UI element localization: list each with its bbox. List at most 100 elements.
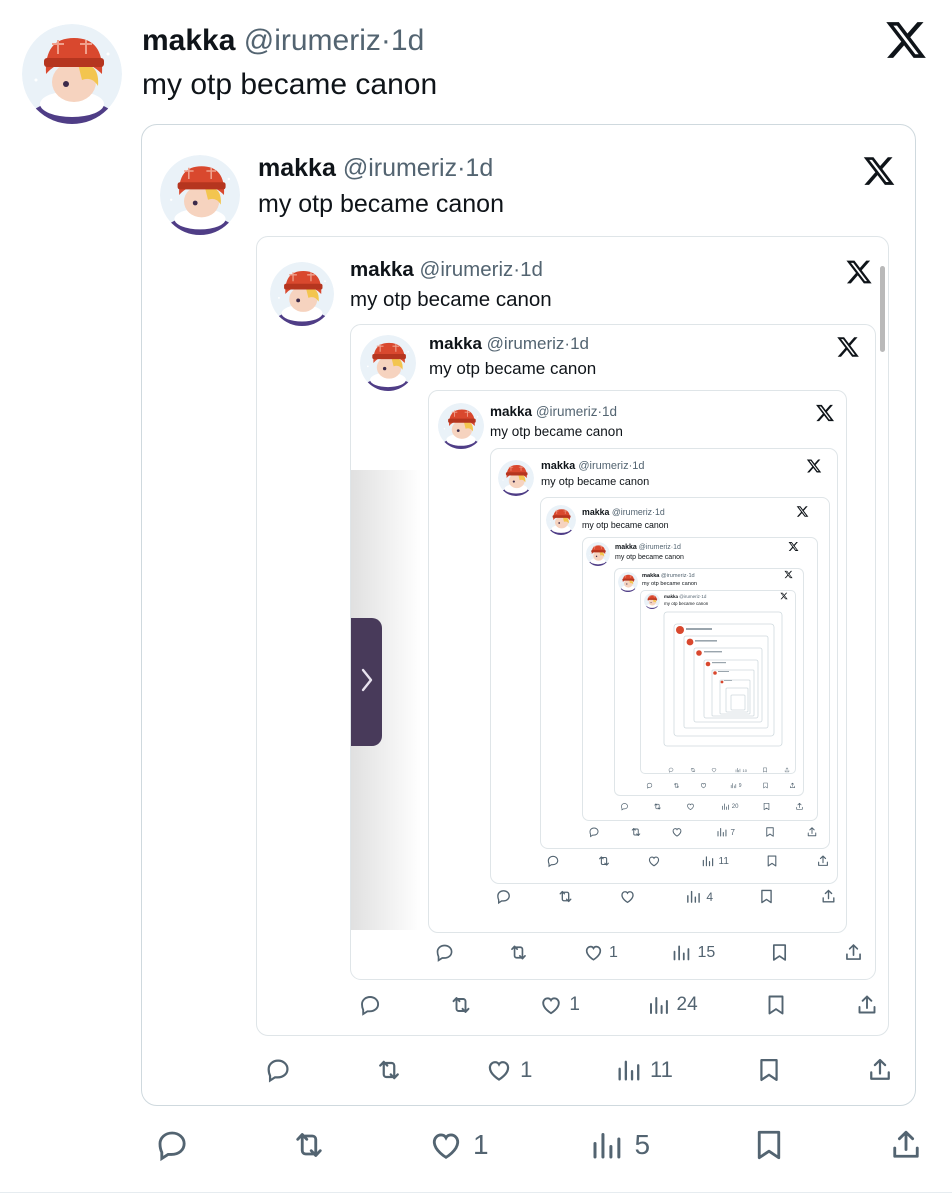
author-handle[interactable]: @irumeriz <box>487 334 565 353</box>
retweet-button[interactable] <box>624 826 642 838</box>
x-logo-icon[interactable] <box>780 592 788 600</box>
views-button[interactable]: 10 <box>729 767 747 773</box>
share-button[interactable] <box>814 888 837 905</box>
x-logo-icon[interactable] <box>862 154 896 188</box>
share-button[interactable] <box>783 782 796 789</box>
bookmark-button[interactable] <box>752 888 775 905</box>
timestamp[interactable]: 1d <box>655 507 665 517</box>
reply-button[interactable] <box>540 854 560 868</box>
reply-button[interactable] <box>489 888 512 905</box>
bookmark-button[interactable] <box>759 854 779 868</box>
author-name[interactable]: makka <box>664 594 678 599</box>
timestamp[interactable]: 1d <box>673 544 681 551</box>
like-button[interactable] <box>641 854 665 868</box>
author-handle[interactable]: @irumeriz <box>679 594 700 599</box>
share-button[interactable] <box>837 942 864 963</box>
share-button[interactable] <box>800 826 818 838</box>
like-button[interactable] <box>613 888 640 905</box>
timestamp[interactable]: 1d <box>688 573 694 579</box>
views-button[interactable]: 11 <box>695 854 729 868</box>
like-button[interactable]: 1 <box>422 1127 489 1163</box>
reply-button[interactable] <box>662 767 674 773</box>
author-name[interactable]: makka <box>350 258 414 281</box>
retweet-button[interactable] <box>551 888 574 905</box>
views-button[interactable]: 20 <box>715 802 738 811</box>
x-logo-icon[interactable] <box>806 458 822 474</box>
views-button[interactable]: 15 <box>665 942 715 963</box>
bookmark-button[interactable] <box>745 1127 787 1163</box>
retweet-button[interactable] <box>684 767 696 773</box>
x-logo-icon[interactable] <box>788 541 799 552</box>
author-name[interactable]: makka <box>142 24 235 57</box>
reply-button[interactable] <box>352 993 382 1017</box>
retweet-button[interactable] <box>285 1127 327 1163</box>
views-button[interactable]: 7 <box>710 826 735 838</box>
bookmark-button[interactable] <box>758 993 788 1017</box>
views-button[interactable]: 5 <box>583 1127 650 1163</box>
retweet-button[interactable] <box>591 854 611 868</box>
timestamp[interactable]: 1d <box>701 594 706 599</box>
author-name[interactable]: makka <box>541 460 575 472</box>
author-handle[interactable]: @irumeriz <box>639 544 671 551</box>
author-handle[interactable]: @irumeriz <box>343 154 457 182</box>
bookmark-button[interactable] <box>758 826 776 838</box>
share-button[interactable] <box>778 767 790 773</box>
author-name[interactable]: makka <box>490 404 532 419</box>
author-name[interactable]: makka <box>642 573 659 579</box>
reply-button[interactable] <box>148 1127 190 1163</box>
share-button[interactable] <box>882 1127 924 1163</box>
author-name[interactable]: makka <box>429 334 482 353</box>
bookmark-button[interactable] <box>763 942 790 963</box>
like-button[interactable] <box>694 782 709 789</box>
x-logo-icon[interactable] <box>796 505 809 518</box>
reply-button[interactable] <box>614 802 629 811</box>
share-button[interactable] <box>789 802 804 811</box>
share-button[interactable] <box>849 993 879 1017</box>
timestamp[interactable]: 1d <box>570 334 589 353</box>
share-button[interactable] <box>810 854 830 868</box>
author-handle[interactable]: @irumeriz <box>536 404 598 419</box>
author-handle[interactable]: @irumeriz <box>661 573 687 579</box>
reply-button[interactable] <box>582 826 600 838</box>
x-logo-icon[interactable] <box>815 403 835 423</box>
author-handle[interactable]: @irumeriz <box>612 507 652 517</box>
x-logo-icon[interactable] <box>836 335 860 359</box>
like-button[interactable] <box>680 802 697 811</box>
reply-button[interactable] <box>428 942 455 963</box>
bookmark-button[interactable] <box>749 1056 783 1084</box>
timestamp[interactable]: 1d <box>391 24 424 57</box>
x-logo-icon[interactable] <box>784 570 793 579</box>
timestamp[interactable]: 1d <box>632 460 644 472</box>
bookmark-button[interactable] <box>756 782 769 789</box>
retweet-button[interactable] <box>443 993 473 1017</box>
retweet-button[interactable] <box>369 1056 403 1084</box>
x-logo-icon[interactable] <box>845 258 873 286</box>
views-button[interactable]: 11 <box>609 1056 673 1084</box>
reply-button[interactable] <box>640 782 653 789</box>
timestamp[interactable]: 1d <box>520 258 543 281</box>
author-name[interactable]: makka <box>615 544 637 551</box>
like-button[interactable] <box>665 826 686 838</box>
like-button[interactable]: 1 <box>577 942 618 963</box>
author-name[interactable]: makka <box>582 507 609 517</box>
retweet-button[interactable] <box>647 802 662 811</box>
share-button[interactable] <box>860 1056 894 1084</box>
bookmark-button[interactable] <box>756 802 771 811</box>
author-handle[interactable]: @irumeriz <box>420 258 514 281</box>
x-logo-icon[interactable] <box>884 18 928 62</box>
timestamp[interactable]: 1d <box>465 154 493 182</box>
retweet-button[interactable] <box>667 782 680 789</box>
author-handle[interactable]: @irumeriz <box>578 460 628 472</box>
views-button[interactable]: 24 <box>641 993 698 1017</box>
retweet-button[interactable] <box>502 942 529 963</box>
author-handle[interactable]: @irumeriz <box>244 24 381 57</box>
views-button[interactable]: 9 <box>724 782 741 789</box>
views-button[interactable]: 4 <box>679 888 713 905</box>
bookmark-button[interactable] <box>756 767 768 773</box>
side-panel-tab[interactable] <box>351 618 382 746</box>
reply-button[interactable] <box>258 1056 292 1084</box>
like-button[interactable] <box>705 767 719 773</box>
timestamp[interactable]: 1d <box>602 404 617 419</box>
author-name[interactable]: makka <box>258 154 336 182</box>
scrollbar[interactable] <box>880 266 885 352</box>
